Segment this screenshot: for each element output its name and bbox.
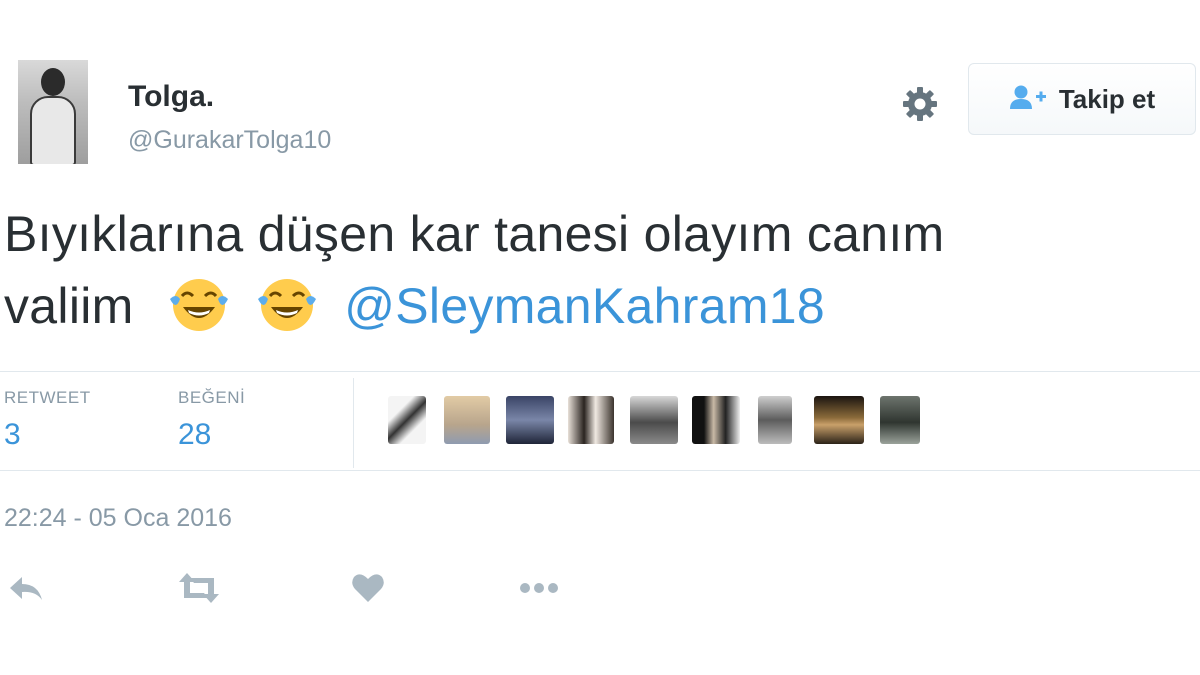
like-count-label: BEĞENİ bbox=[178, 388, 246, 407]
tweet-text-line-1: Bıyıklarına düşen kar tanesi olayım canı… bbox=[4, 206, 945, 262]
liker-avatar[interactable] bbox=[880, 396, 920, 444]
liker-avatar[interactable] bbox=[444, 396, 490, 444]
tweet-text-line-2-text: valiim bbox=[4, 278, 134, 334]
mention-link[interactable]: @SleymanKahram18 bbox=[344, 278, 825, 334]
follow-button-label: Takip et bbox=[1058, 83, 1156, 114]
liker-avatar[interactable] bbox=[814, 396, 864, 444]
gear-icon[interactable] bbox=[900, 84, 940, 124]
divider bbox=[0, 371, 1200, 372]
tears-of-joy-emoji-icon bbox=[256, 277, 318, 333]
like-icon[interactable] bbox=[350, 568, 386, 608]
like-count[interactable]: 28 bbox=[178, 418, 211, 452]
retweet-icon[interactable] bbox=[176, 568, 222, 608]
user-plus-icon bbox=[1009, 84, 1047, 115]
liker-avatar[interactable] bbox=[630, 396, 678, 444]
liker-avatar[interactable] bbox=[568, 396, 614, 444]
user-handle[interactable]: @GurakarTolga10 bbox=[128, 126, 331, 155]
tweet-text-line-2: valiim @SleymanKahram18 bbox=[4, 270, 1184, 342]
liker-avatar[interactable] bbox=[388, 396, 426, 444]
tweet-card: Tolga. @GurakarTolga10 Takip et Bıyıklar… bbox=[0, 0, 1200, 675]
liker-avatar[interactable] bbox=[506, 396, 554, 444]
reply-icon[interactable] bbox=[6, 568, 46, 608]
retweet-count[interactable]: 3 bbox=[4, 418, 21, 452]
liker-avatar[interactable] bbox=[692, 396, 740, 444]
follow-button[interactable]: Takip et bbox=[968, 63, 1196, 135]
avatar[interactable] bbox=[18, 60, 88, 164]
retweet-count-label: RETWEET bbox=[4, 388, 91, 407]
tweet-timestamp[interactable]: 22:24 - 05 Oca 2016 bbox=[4, 504, 232, 533]
tears-of-joy-emoji-icon bbox=[168, 277, 230, 333]
tweet-text: Bıyıklarına düşen kar tanesi olayım canı… bbox=[4, 198, 1184, 342]
display-name[interactable]: Tolga. bbox=[128, 80, 214, 114]
more-icon[interactable] bbox=[516, 568, 562, 608]
stats-separator bbox=[353, 378, 354, 468]
divider bbox=[0, 470, 1200, 471]
liker-avatar[interactable] bbox=[758, 396, 792, 444]
